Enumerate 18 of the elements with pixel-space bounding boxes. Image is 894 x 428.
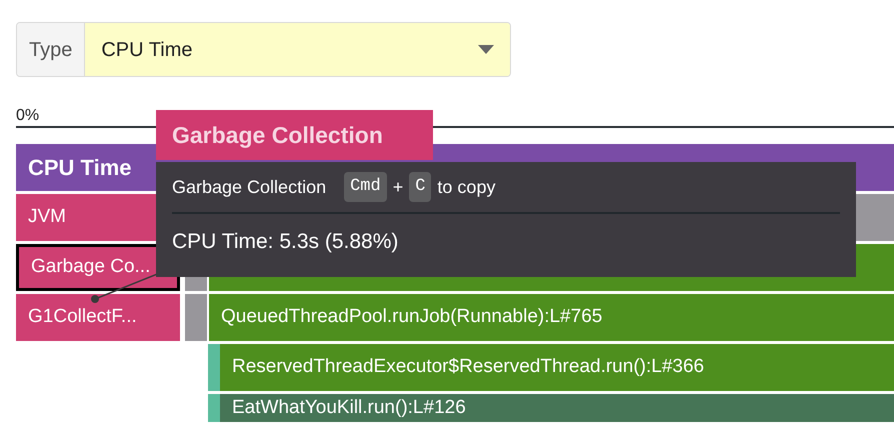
keyboard-key: C: [409, 172, 432, 202]
caret-icon: [478, 45, 494, 54]
flame-frame[interactable]: QueuedThreadPool.runJob(Runnable):L#765: [209, 294, 894, 341]
flame-frame[interactable]: [185, 294, 207, 341]
flame-frame[interactable]: G1CollectF...: [16, 294, 180, 341]
type-select[interactable]: Type CPU Time: [16, 22, 511, 77]
header-title: CPU Time: [28, 154, 132, 182]
flame-frame[interactable]: [208, 394, 220, 422]
tooltip-hint: to copy: [437, 176, 496, 199]
tooltip-title: Garbage Collection: [156, 110, 433, 160]
type-label: Type: [17, 23, 86, 76]
plus-sign: +: [392, 176, 404, 198]
type-value: CPU Time: [85, 23, 478, 76]
keyboard-key: Cmd: [344, 172, 387, 202]
axis-label: 0%: [16, 107, 40, 125]
flame-frame[interactable]: [208, 344, 220, 391]
flame-frame[interactable]: ReservedThreadExecutor$ReservedThread.run():L#366: [220, 344, 894, 391]
flame-frame[interactable]: EatWhatYouKill.run():L#126: [220, 394, 894, 422]
